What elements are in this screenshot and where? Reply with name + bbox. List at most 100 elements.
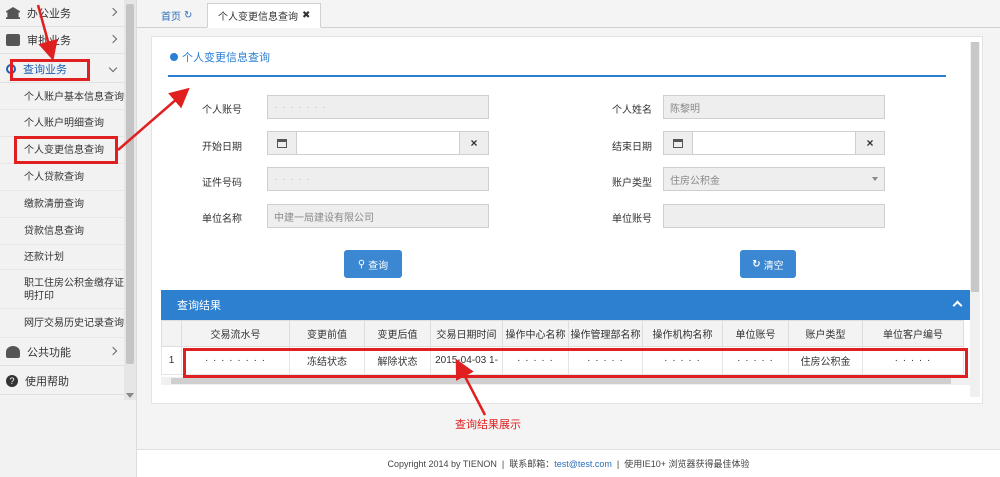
caret-down-icon — [872, 177, 878, 181]
briefcase-icon — [6, 34, 20, 46]
sidebar-item-history[interactable]: 网厅交易历史记录查询 — [0, 310, 124, 338]
refresh-icon: ↻ — [752, 258, 761, 270]
calendar-icon — [277, 138, 287, 148]
search-icon: ⚲ — [357, 258, 366, 270]
scrollbar-thumb[interactable] — [971, 42, 979, 292]
chevron-up-icon[interactable] — [952, 300, 963, 311]
chevron-right-icon — [108, 34, 118, 44]
menu-public-label: 公共功能 — [27, 347, 71, 359]
help-icon: ? — [6, 375, 18, 387]
annotation-result-label: 查询结果展示 — [455, 419, 521, 431]
end-date-input[interactable] — [692, 131, 856, 155]
tab-home[interactable]: 首页 ↻ — [151, 3, 202, 28]
sidebar-item-label: 网厅交易历史记录查询 — [24, 318, 124, 329]
column-header[interactable]: 交易日期时间 — [430, 320, 503, 347]
menu-approval-label: 审批业务 — [27, 35, 71, 47]
tab-bar: 首页 ↻ 个人变更信息查询 ✖ — [137, 0, 1000, 28]
menu-help-label: 使用帮助 — [25, 376, 69, 388]
chevron-right-icon — [108, 7, 118, 17]
unit-account-field[interactable] — [663, 204, 885, 228]
footer: Copyright 2014 by TIENON | 联系邮箱： test@te… — [137, 449, 1000, 477]
sidebar-item-label: 缴款清册查询 — [24, 199, 84, 210]
footer-separator: | — [616, 458, 620, 469]
start-date-label: 开始日期 — [202, 142, 242, 153]
menu-office-label: 办公业务 — [27, 8, 71, 20]
menu-help[interactable]: ? 使用帮助 — [0, 368, 124, 395]
close-icon[interactable]: ✖ — [302, 10, 310, 21]
menu-approval[interactable]: 审批业务 — [0, 27, 124, 54]
chevron-down-icon — [108, 63, 118, 73]
sidebar-item-loan[interactable]: 个人贷款查询 — [0, 165, 124, 191]
menu-office[interactable]: 办公业务 — [0, 0, 124, 27]
highlight-box-change-info — [14, 136, 118, 164]
footer-email-link[interactable]: test@test.com — [554, 459, 612, 469]
column-header[interactable]: 变更前值 — [289, 320, 365, 347]
panel-vertical-scrollbar[interactable] — [970, 42, 980, 397]
start-clear-button[interactable]: × — [459, 131, 489, 155]
account-type-label: 账户类型 — [612, 178, 652, 189]
sidebar-item-label: 个人账户基本信息查询 — [24, 92, 124, 103]
column-header[interactable]: 操作机构名称 — [642, 320, 723, 347]
footer-copyright: Copyright 2014 by TIENON — [387, 458, 497, 469]
account-type-select[interactable]: 住房公积金 — [663, 167, 885, 191]
footer-email-label: 联系邮箱： — [509, 459, 555, 469]
menu-public[interactable]: 公共功能 — [0, 339, 124, 366]
column-header[interactable]: 账户类型 — [788, 320, 863, 347]
sidebar-item-loan-info[interactable]: 贷款信息查询 — [0, 219, 124, 245]
sidebar-item-label: 个人账户明细查询 — [24, 118, 104, 129]
tab-change-info-label: 个人变更信息查询 — [218, 12, 298, 23]
sidebar-item-basic-info[interactable]: 个人账户基本信息查询 — [0, 86, 124, 110]
query-button[interactable]: ⚲ 查询 — [344, 250, 402, 278]
column-header[interactable]: 交易流水号 — [181, 320, 290, 347]
account-label: 个人账号 — [202, 105, 242, 116]
name-field[interactable]: 陈黎明 — [663, 95, 885, 119]
id-number-value: · · · · · — [274, 173, 311, 185]
start-date-input[interactable] — [296, 131, 460, 155]
column-header[interactable]: 变更后值 — [364, 320, 431, 347]
column-header[interactable]: 单位账号 — [722, 320, 789, 347]
scrollbar-thumb[interactable] — [171, 378, 951, 384]
name-label: 个人姓名 — [612, 105, 652, 116]
id-number-field[interactable]: · · · · · — [267, 167, 489, 191]
column-header[interactable]: 操作管理部名称 — [568, 320, 643, 347]
sidebar-item-label: 还款计划 — [24, 252, 64, 263]
close-icon: × — [866, 136, 874, 150]
sidebar-item-repay-plan[interactable]: 还款计划 — [0, 246, 124, 270]
main-area: 首页 ↻ 个人变更信息查询 ✖ 个人变更信息查询 个人账号 · · · · · … — [137, 0, 1000, 477]
result-header[interactable]: 查询结果 — [161, 290, 971, 320]
unit-account-label: 单位账号 — [612, 214, 652, 225]
start-calendar-button[interactable] — [267, 131, 297, 155]
column-header[interactable]: 操作中心名称 — [502, 320, 569, 347]
table-horizontal-scrollbar[interactable] — [161, 377, 971, 385]
refresh-icon[interactable]: ↻ — [184, 10, 192, 21]
account-field[interactable]: · · · · · · · — [267, 95, 489, 119]
panel-title: 个人变更信息查询 — [170, 49, 270, 65]
name-value: 陈黎明 — [670, 103, 700, 115]
clear-button[interactable]: ↻ 清空 — [740, 250, 796, 278]
column-header — [161, 320, 182, 347]
unit-name-label: 单位名称 — [202, 214, 242, 225]
sidebar-scrollbar[interactable] — [124, 0, 136, 400]
calendar-icon — [673, 138, 683, 148]
tab-change-info[interactable]: 个人变更信息查询 ✖ — [207, 3, 322, 28]
clear-button-label: 清空 — [763, 260, 784, 272]
scroll-down-arrow-icon[interactable] — [126, 393, 134, 398]
table-header-row: 交易流水号 变更前值 变更后值 交易日期时间 操作中心名称 操作管理部名称 操作… — [161, 320, 964, 347]
column-header[interactable]: 单位客户编号 — [862, 320, 964, 347]
bank-icon — [6, 7, 20, 19]
scrollbar-thumb[interactable] — [126, 4, 134, 364]
sidebar-item-account-detail[interactable]: 个人账户明细查询 — [0, 111, 124, 137]
end-calendar-button[interactable] — [663, 131, 693, 155]
panel-title-text: 个人变更信息查询 — [182, 52, 270, 64]
end-clear-button[interactable]: × — [855, 131, 885, 155]
result-title: 查询结果 — [177, 300, 221, 312]
unit-name-field[interactable]: 中建一局建设有限公司 — [267, 204, 489, 228]
sidebar-item-payment-list[interactable]: 缴款清册查询 — [0, 192, 124, 218]
footer-separator: | — [501, 458, 505, 469]
users-icon — [6, 346, 20, 358]
sidebar-item-proof-print[interactable]: 职工住房公积金缴存证明打印 — [0, 271, 124, 309]
sidebar-item-label: 职工住房公积金缴存证明打印 — [24, 277, 124, 302]
highlight-box-result-row — [183, 348, 968, 378]
table-cell: 1 — [161, 346, 182, 375]
footer-browser-note: 使用IE10+ 浏览器获得最佳体验 — [624, 459, 750, 469]
